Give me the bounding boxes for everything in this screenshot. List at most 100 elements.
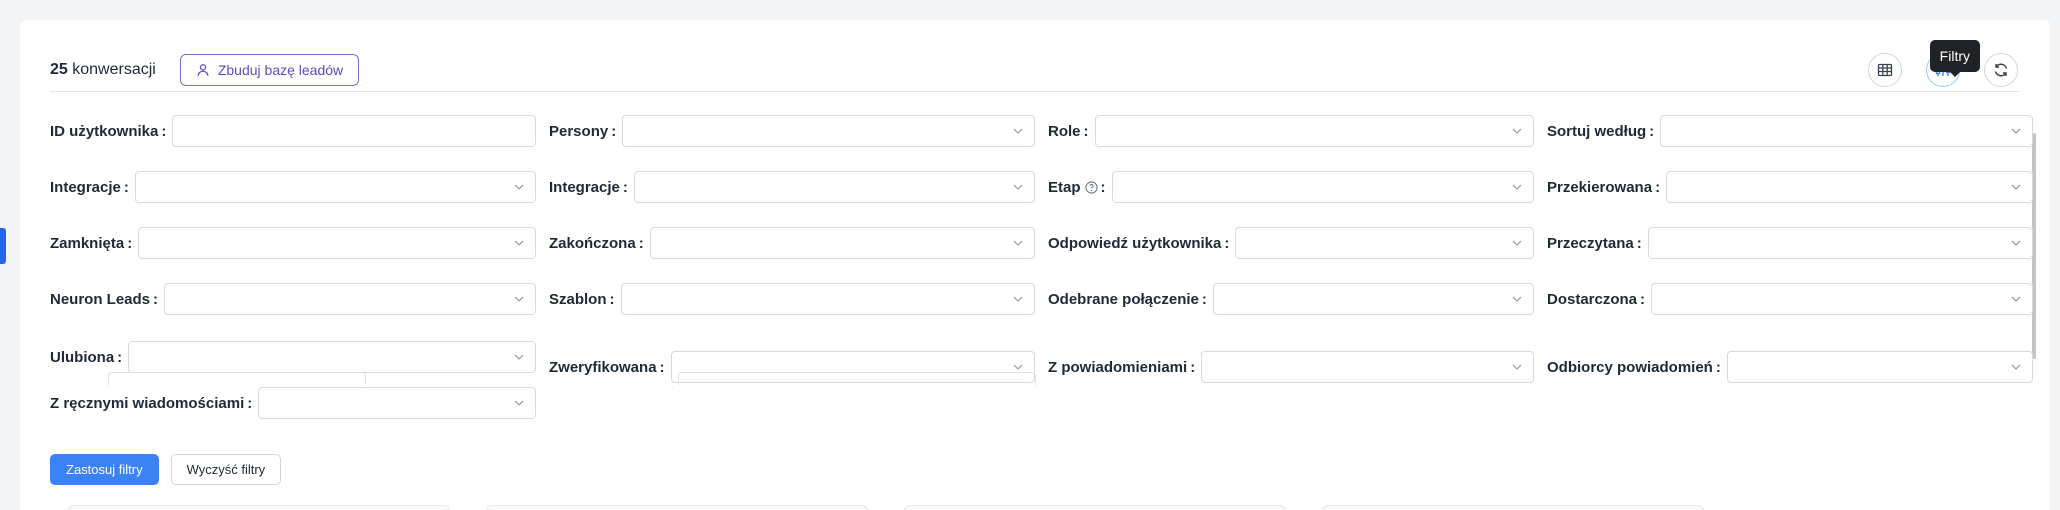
filter-label: Zamknięta:: [50, 235, 132, 252]
filter-label: Role:: [1048, 123, 1089, 140]
filter-label: Persony:: [549, 123, 616, 140]
chevron-down-icon: [2011, 128, 2021, 134]
filter-label-text: ID użytkownika: [50, 122, 159, 140]
filter-select[interactable]: [1212, 283, 1534, 315]
filter-label-colon: :: [1083, 122, 1089, 140]
conversation-count-value: 25: [50, 61, 68, 78]
filter-label: Etap:: [1048, 179, 1106, 196]
view-controls: Filtry: [1868, 40, 2018, 87]
filter-label-colon: :: [1224, 234, 1230, 252]
filter-label-text: Integracje: [549, 178, 620, 196]
filter-field: Sortuj według:: [1547, 115, 2033, 147]
filter-field: Z ręcznymi wiadomościami:: [50, 387, 536, 419]
table-icon: [1877, 63, 1893, 77]
refresh-button[interactable]: [1984, 53, 2018, 87]
filter-label: Z ręcznymi wiadomościami:: [50, 395, 252, 412]
filter-label-text: Z ręcznymi wiadomościami: [50, 394, 245, 412]
filter-select[interactable]: [1111, 171, 1534, 203]
filter-field: Integracje:: [50, 171, 536, 203]
filter-select[interactable]: [622, 115, 1035, 147]
conversation-card[interactable]: [904, 505, 1286, 510]
help-circle-icon[interactable]: [1084, 180, 1098, 194]
conversation-card[interactable]: [68, 505, 450, 510]
filter-label: Odpowiedź użytkownika:: [1048, 235, 1229, 252]
filter-label-colon: :: [1636, 234, 1642, 252]
filter-label-text: Przeczytana: [1547, 234, 1634, 252]
filters-tooltip: Filtry: [1929, 40, 1980, 77]
filter-select[interactable]: [258, 387, 536, 419]
filter-field: Role:: [1048, 115, 1534, 147]
filter-label: Dostarczona:: [1547, 291, 1645, 308]
filter-label-colon: :: [1100, 178, 1106, 196]
filter-label-text: Persony: [549, 122, 609, 140]
filter-field: Z powiadomieniami:: [1048, 351, 1534, 383]
results-toolbar: 25 konwersacji Zbuduj bazę leadów Filtry: [50, 40, 2020, 87]
filter-field: Persony:: [549, 115, 1035, 147]
filter-label: Sortuj według:: [1547, 123, 1654, 140]
filter-field: Odbiorcy powiadomień:: [1547, 351, 2033, 383]
filter-select[interactable]: [1651, 283, 2033, 315]
filter-label: ID użytkownika:: [50, 123, 166, 140]
conversation-card[interactable]: [1322, 505, 1704, 510]
apply-filters-button[interactable]: Zastosuj filtry: [50, 454, 159, 485]
user-id-input[interactable]: [172, 115, 536, 147]
filter-label-colon: :: [247, 394, 253, 412]
chevron-down-icon: [1013, 184, 1023, 190]
clear-filters-button[interactable]: Wyczyść filtry: [170, 454, 282, 485]
filter-label-colon: :: [161, 122, 167, 140]
toolbar-divider: [50, 91, 2020, 92]
filter-select[interactable]: [1666, 171, 2033, 203]
filter-field: Integracje:: [549, 171, 1035, 203]
filter-label-colon: :: [1640, 290, 1646, 308]
filter-label-colon: :: [609, 290, 615, 308]
chevron-down-icon: [514, 354, 524, 360]
filter-field: Ulubiona:: [50, 341, 536, 373]
filter-select[interactable]: [1726, 351, 2033, 383]
filter-select[interactable]: [1201, 351, 1534, 383]
filter-select[interactable]: [164, 283, 536, 315]
filter-label-colon: :: [622, 178, 628, 196]
filter-label-colon: :: [1201, 290, 1207, 308]
filter-label: Neuron Leads:: [50, 291, 158, 308]
filter-field: Zamknięta:: [50, 227, 536, 259]
filter-select[interactable]: [1660, 115, 2033, 147]
filter-select[interactable]: [633, 171, 1035, 203]
filter-field: Etap:: [1048, 171, 1534, 203]
filter-label-text: Zweryfikowana: [549, 358, 657, 376]
filter-label-colon: :: [117, 348, 123, 366]
filter-label-colon: :: [611, 122, 617, 140]
filter-select[interactable]: [138, 227, 536, 259]
chevron-down-icon: [514, 184, 524, 190]
filter-label-text: Odpowiedź użytkownika: [1048, 234, 1222, 252]
conversation-card[interactable]: [486, 505, 868, 510]
filter-select[interactable]: [1235, 227, 1534, 259]
filter-label: Przeczytana:: [1547, 235, 1642, 252]
filter-label: Ulubiona:: [50, 349, 122, 366]
filter-select[interactable]: [620, 283, 1035, 315]
filter-select[interactable]: [1094, 115, 1534, 147]
chevron-down-icon: [1512, 240, 1522, 246]
chevron-down-icon: [1512, 128, 1522, 134]
conversation-cards: [68, 505, 1704, 510]
filter-select[interactable]: [649, 227, 1035, 259]
filter-select[interactable]: [134, 171, 536, 203]
conversations-panel: 25 konwersacji Zbuduj bazę leadów Filtry…: [20, 20, 2050, 510]
filter-label-colon: :: [1715, 358, 1721, 376]
refresh-icon: [1994, 63, 2008, 77]
chevron-down-icon: [514, 240, 524, 246]
filter-actions: Zastosuj filtry Wyczyść filtry: [50, 454, 282, 485]
filter-label-text: Role: [1048, 122, 1081, 140]
filter-label-text: Z powiadomieniami: [1048, 358, 1188, 376]
filter-field: ID użytkownika:: [50, 115, 536, 147]
filter-label: Szablon:: [549, 291, 615, 308]
filter-label-text: Zakończona: [549, 234, 636, 252]
filter-label-colon: :: [659, 358, 665, 376]
chevron-down-icon: [2011, 184, 2021, 190]
filter-field: Neuron Leads:: [50, 283, 536, 315]
build-leads-button[interactable]: Zbuduj bazę leadów: [179, 54, 360, 86]
filter-field: Odpowiedź użytkownika:: [1048, 227, 1534, 259]
filter-select[interactable]: [128, 341, 536, 373]
chevron-down-icon: [1013, 240, 1023, 246]
filter-select[interactable]: [1647, 227, 2033, 259]
table-view-button[interactable]: [1868, 53, 1902, 87]
